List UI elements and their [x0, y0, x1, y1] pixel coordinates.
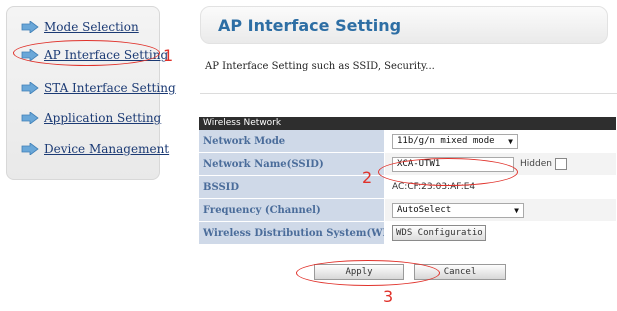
- annotation-ellipse: [296, 260, 440, 286]
- sidebar-item-application-setting[interactable]: Application Setting: [21, 110, 161, 126]
- chevron-down-icon: ▼: [508, 136, 513, 146]
- network-mode-cell: 11b/g/n mixed mode ▼: [384, 130, 616, 152]
- annotation-number: 3: [383, 287, 394, 306]
- arrow-right-icon: [21, 21, 39, 33]
- sidebar-item-mode-selection[interactable]: Mode Selection: [21, 19, 139, 35]
- table-row: Wireless Distribution System(WDS) WDS Co…: [199, 222, 616, 245]
- wds-cell: WDS Configuratio: [384, 222, 616, 244]
- sidebar-menu: Mode Selection AP Interface Setting STA …: [6, 6, 176, 180]
- sidebar-item-label: Device Management: [44, 142, 170, 156]
- frequency-cell: AutoSelect ▼: [384, 199, 616, 221]
- annotation-ellipse: [13, 40, 160, 66]
- wds-label: Wireless Distribution System(WDS): [199, 222, 403, 244]
- frequency-label: Frequency (Channel): [199, 199, 384, 221]
- bssid-label: BSSID: [199, 176, 384, 198]
- annotation-number: 2: [362, 168, 373, 187]
- frequency-value: AutoSelect: [397, 205, 452, 215]
- chevron-down-icon: ▼: [514, 205, 519, 215]
- page-title: AP Interface Setting: [218, 16, 402, 35]
- arrow-right-icon: [21, 143, 39, 155]
- hidden-checkbox[interactable]: [554, 158, 567, 170]
- page-title-panel: AP Interface Setting: [200, 6, 608, 44]
- network-mode-select[interactable]: 11b/g/n mixed mode ▼: [392, 133, 518, 149]
- section-header: Wireless Network: [199, 117, 616, 130]
- network-mode-label: Network Mode: [199, 130, 384, 152]
- sidebar-item-sta-interface-setting[interactable]: STA Interface Setting: [21, 80, 176, 96]
- arrow-right-icon: [21, 82, 39, 94]
- arrow-right-icon: [21, 112, 39, 124]
- sidebar-item-device-management[interactable]: Device Management: [21, 141, 169, 157]
- sidebar-item-label: Mode Selection: [44, 20, 139, 34]
- table-row: Network Mode 11b/g/n mixed mode ▼: [199, 130, 616, 153]
- frequency-select[interactable]: AutoSelect ▼: [392, 202, 524, 218]
- annotation-ellipse: [378, 158, 518, 186]
- page-subtitle: AP Interface Setting such as SSID, Secur…: [205, 61, 435, 72]
- divider: [200, 93, 617, 94]
- hidden-label: Hidden: [520, 159, 552, 169]
- wds-configuration-button[interactable]: WDS Configuratio: [392, 225, 486, 241]
- annotation-number: 1: [163, 46, 174, 65]
- network-mode-value: 11b/g/n mixed mode: [397, 136, 495, 146]
- sidebar-item-label: STA Interface Setting: [44, 81, 176, 95]
- table-row: Frequency (Channel) AutoSelect ▼: [199, 199, 616, 222]
- ssid-label: Network Name(SSID): [199, 153, 384, 175]
- sidebar-item-label: Application Setting: [44, 111, 162, 125]
